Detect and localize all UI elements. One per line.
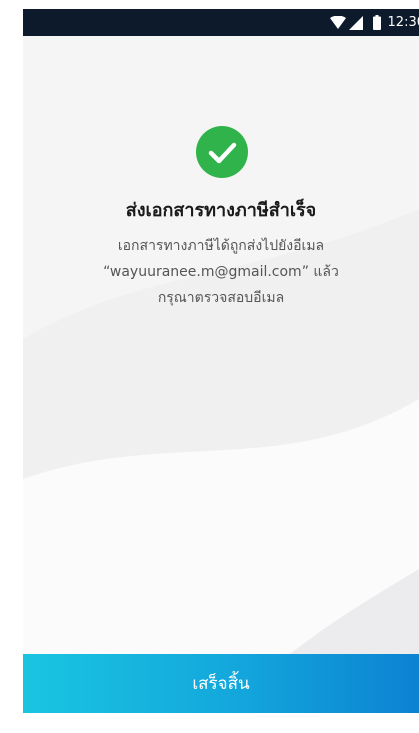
message-line: เอกสารทางภาษีได้ถูกส่งไปยังอีเมล bbox=[117, 238, 325, 254]
check-circle-icon bbox=[196, 126, 248, 178]
message-line: กรุณาตรวจสอบอีเมล bbox=[157, 290, 285, 306]
message-line-email: “wayuuranee.m@gmail.com” แล้ว bbox=[103, 264, 339, 280]
app-screen: 12:30 ส่งเอกสารทางภาษีสำเร็จ เอกสารทางภา… bbox=[23, 9, 419, 733]
status-bar: 12:30 bbox=[23, 9, 419, 36]
status-time: 12:30 bbox=[387, 15, 419, 30]
success-message: เอกสารทางภาษีได้ถูกส่งไปยังอีเมล “wayuur… bbox=[43, 233, 399, 311]
bottom-safe-area bbox=[23, 713, 419, 733]
wifi-icon bbox=[329, 15, 346, 29]
success-title: ส่งเอกสารทางภาษีสำเร็จ bbox=[125, 200, 317, 221]
background-wave bbox=[23, 209, 419, 733]
done-button[interactable]: เสร็จสิ้น bbox=[23, 654, 419, 713]
battery-icon bbox=[372, 15, 381, 30]
signal-icon bbox=[348, 15, 363, 30]
